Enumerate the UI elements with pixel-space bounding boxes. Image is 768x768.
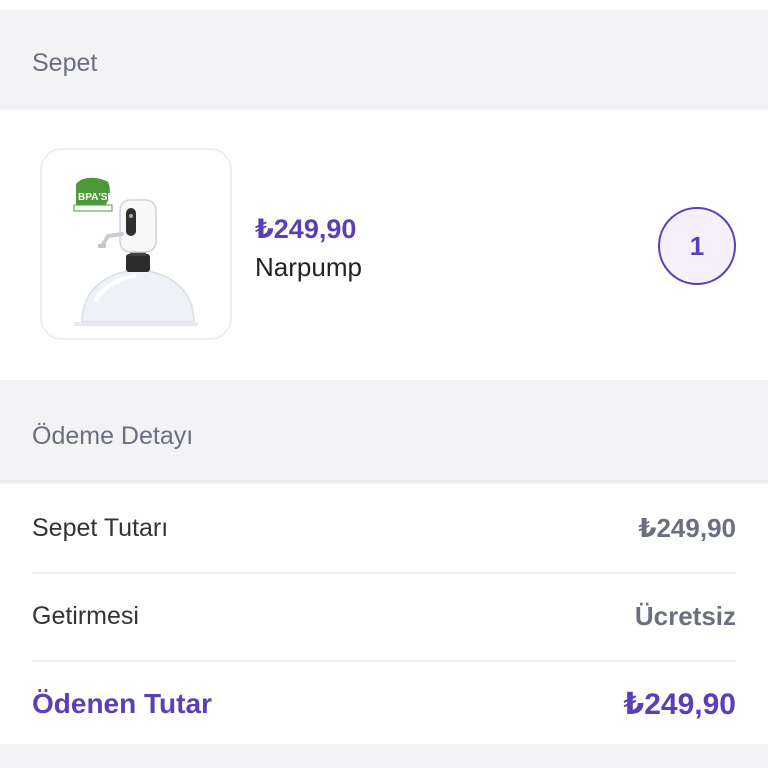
payment-row-paid-total: Ödenen Tutar ₺249,90	[32, 660, 736, 748]
payment-section-header: Ödeme Detayı	[0, 392, 768, 482]
water-dispenser-pump-image: BPA'SIZ	[73, 177, 198, 326]
product-price: ₺249,90	[255, 214, 357, 244]
cart-total-value: ₺249,90	[638, 512, 736, 543]
badge-text: BPA'SIZ	[78, 192, 116, 203]
cart-panel: BPA'SIZ ₺249,90 Narpump 1	[0, 110, 768, 380]
delivery-value: Ücretsiz	[634, 600, 736, 631]
product-name[interactable]: Narpump	[255, 252, 362, 283]
cart-total-label: Sepet Tutarı	[32, 513, 169, 542]
quantity-value: 1	[689, 230, 705, 261]
payment-row-delivery: Getirmesi Ücretsiz	[32, 572, 736, 662]
quantity-button[interactable]: 1	[658, 207, 736, 285]
payment-section-title: Ödeme Detayı	[32, 421, 194, 450]
payment-row-cart-total: Sepet Tutarı ₺249,90	[32, 484, 736, 574]
payment-details-panel: Sepet Tutarı ₺249,90 Getirmesi Ücretsiz …	[0, 484, 768, 744]
cart-section-header: Sepet	[0, 20, 768, 108]
top-strip	[0, 0, 768, 10]
cart-section-title: Sepet	[32, 48, 98, 77]
product-image[interactable]: BPA'SIZ	[40, 148, 232, 340]
delivery-label: Getirmesi	[32, 601, 139, 630]
paid-total-label: Ödenen Tutar	[32, 688, 212, 719]
paid-total-value: ₺249,90	[623, 687, 736, 721]
